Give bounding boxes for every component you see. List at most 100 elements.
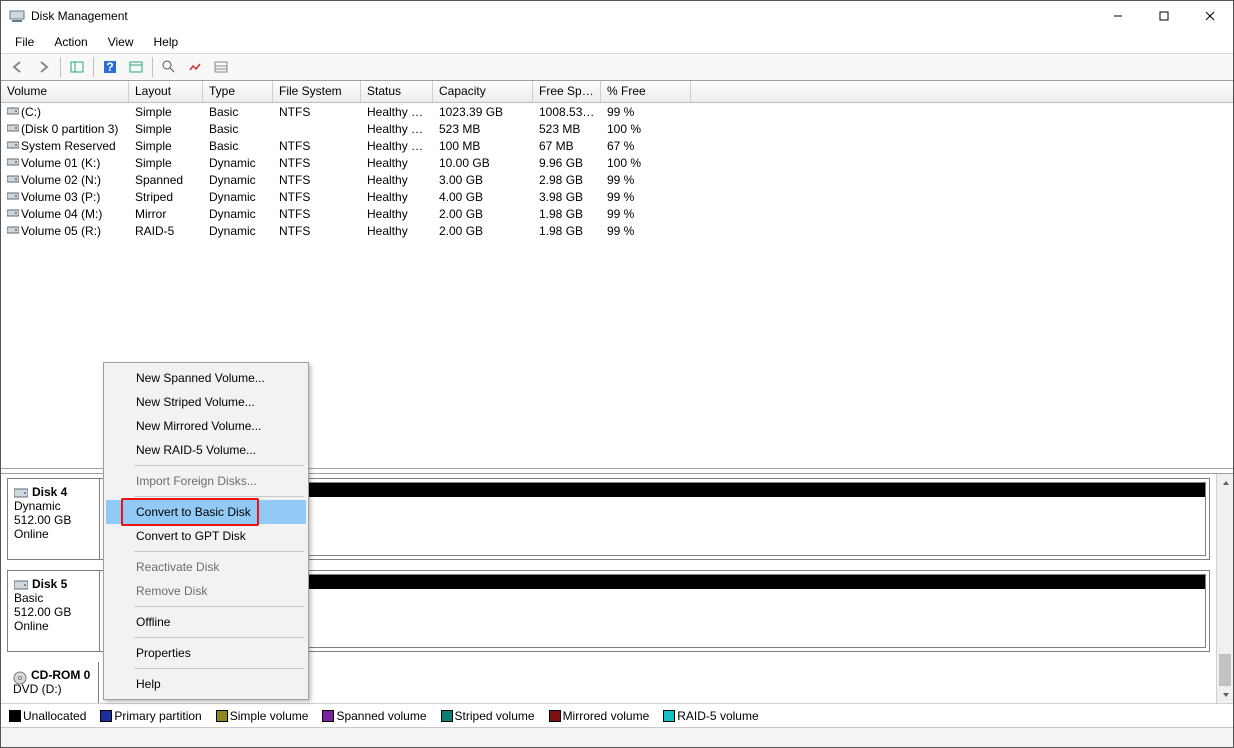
context-menu-item: Remove Disk (106, 579, 306, 603)
menu-bar: File Action View Help (1, 31, 1233, 53)
col-capacity[interactable]: Capacity (433, 81, 533, 102)
legend-swatch (549, 710, 561, 722)
back-button[interactable] (6, 56, 30, 78)
context-menu-item[interactable]: New Spanned Volume... (106, 366, 306, 390)
context-menu-item[interactable]: Properties (106, 641, 306, 665)
volume-filesystem: NTFS (273, 156, 361, 170)
volume-layout: RAID-5 (129, 224, 203, 238)
context-menu-separator (134, 637, 304, 638)
context-menu-item[interactable]: Offline (106, 610, 306, 634)
drive-icon (7, 191, 21, 201)
volume-layout: Simple (129, 156, 203, 170)
list-view-button[interactable] (209, 56, 233, 78)
menu-action[interactable]: Action (44, 33, 97, 51)
volume-row[interactable]: Volume 01 (K:)SimpleDynamicNTFSHealthy10… (1, 154, 1233, 171)
col-pctfree[interactable]: % Free (601, 81, 691, 102)
col-free[interactable]: Free Spa... (533, 81, 601, 102)
volume-capacity: 4.00 GB (433, 190, 533, 204)
disk-name: Disk 4 (32, 485, 67, 499)
app-icon (9, 8, 25, 24)
rescan-disks-button[interactable] (183, 56, 207, 78)
menu-file[interactable]: File (5, 33, 44, 51)
volume-row[interactable]: (Disk 0 partition 3)SimpleBasicHealthy (… (1, 120, 1233, 137)
col-layout[interactable]: Layout (129, 81, 203, 102)
volume-name: Volume 02 (N:) (21, 173, 101, 187)
context-menu-separator (134, 465, 304, 466)
context-menu-item[interactable]: Help (106, 672, 306, 696)
disk-size: 512.00 GB (14, 513, 93, 527)
context-menu-separator (134, 551, 304, 552)
volume-pctfree: 99 % (601, 105, 691, 119)
volume-filesystem: NTFS (273, 173, 361, 187)
scroll-up-button[interactable] (1217, 474, 1233, 491)
menu-help[interactable]: Help (144, 33, 189, 51)
disk-type: Basic (14, 591, 93, 605)
maximize-button[interactable] (1141, 1, 1187, 31)
volume-capacity: 1023.39 GB (433, 105, 533, 119)
volume-name: Volume 05 (R:) (21, 224, 101, 238)
col-type[interactable]: Type (203, 81, 273, 102)
volume-free: 1008.53 ... (533, 105, 601, 119)
disk-icon (14, 580, 28, 590)
help-button[interactable]: ? (98, 56, 122, 78)
forward-button[interactable] (32, 56, 56, 78)
volume-layout: Simple (129, 105, 203, 119)
volume-type: Dynamic (203, 207, 273, 221)
scroll-down-button[interactable] (1217, 686, 1233, 703)
volume-name: System Reserved (21, 139, 116, 153)
legend-item: Mirrored volume (549, 709, 650, 723)
context-menu-separator (134, 668, 304, 669)
volume-row[interactable]: Volume 02 (N:)SpannedDynamicNTFSHealthy3… (1, 171, 1233, 188)
legend-label: Mirrored volume (563, 709, 650, 723)
drive-icon (7, 208, 21, 218)
legend-label: Spanned volume (336, 709, 426, 723)
title-bar: Disk Management (1, 1, 1233, 31)
minimize-button[interactable] (1095, 1, 1141, 31)
volume-row[interactable]: Volume 03 (P:)StripedDynamicNTFSHealthy4… (1, 188, 1233, 205)
disk-icon (14, 488, 28, 498)
close-button[interactable] (1187, 1, 1233, 31)
volume-row[interactable]: System ReservedSimpleBasicNTFSHealthy (S… (1, 137, 1233, 154)
volume-capacity: 523 MB (433, 122, 533, 136)
disk-type: DVD (D:) (13, 682, 92, 696)
volume-row[interactable]: Volume 04 (M:)MirrorDynamicNTFSHealthy2.… (1, 205, 1233, 222)
col-filesystem[interactable]: File System (273, 81, 361, 102)
vertical-scrollbar[interactable] (1216, 474, 1233, 703)
menu-view[interactable]: View (98, 33, 144, 51)
legend-item: Simple volume (216, 709, 309, 723)
drive-icon (7, 123, 21, 133)
context-menu-item[interactable]: New Striped Volume... (106, 390, 306, 414)
volume-row[interactable]: (C:)SimpleBasicNTFSHealthy (B...1023.39 … (1, 103, 1233, 120)
volume-list[interactable]: (C:)SimpleBasicNTFSHealthy (B...1023.39 … (1, 103, 1233, 239)
volume-pctfree: 99 % (601, 207, 691, 221)
volume-name: (C:) (21, 105, 41, 119)
settings-button[interactable] (124, 56, 148, 78)
context-menu-item[interactable]: Convert to Basic Disk (106, 500, 306, 524)
volume-free: 2.98 GB (533, 173, 601, 187)
legend-swatch (441, 710, 453, 722)
volume-layout: Striped (129, 190, 203, 204)
context-menu-separator (134, 496, 304, 497)
legend-label: Unallocated (23, 709, 86, 723)
context-menu-item[interactable]: New Mirrored Volume... (106, 414, 306, 438)
context-menu-item[interactable]: New RAID-5 Volume... (106, 438, 306, 462)
col-volume[interactable]: Volume (1, 81, 129, 102)
volume-row[interactable]: Volume 05 (R:)RAID-5DynamicNTFSHealthy2.… (1, 222, 1233, 239)
legend-swatch (322, 710, 334, 722)
volume-type: Dynamic (203, 190, 273, 204)
volume-capacity: 3.00 GB (433, 173, 533, 187)
legend-swatch (663, 710, 675, 722)
refresh-button[interactable] (157, 56, 181, 78)
col-status[interactable]: Status (361, 81, 433, 102)
volume-type: Dynamic (203, 173, 273, 187)
volume-pctfree: 99 % (601, 173, 691, 187)
volume-free: 1.98 GB (533, 224, 601, 238)
context-menu-separator (134, 606, 304, 607)
window-title: Disk Management (31, 9, 1095, 23)
show-hide-console-tree-button[interactable] (65, 56, 89, 78)
context-menu-item[interactable]: Convert to GPT Disk (106, 524, 306, 548)
context-menu: New Spanned Volume...New Striped Volume.… (103, 362, 309, 700)
context-menu-item: Import Foreign Disks... (106, 469, 306, 493)
volume-status: Healthy (361, 156, 433, 170)
disk-state: Online (14, 619, 93, 633)
